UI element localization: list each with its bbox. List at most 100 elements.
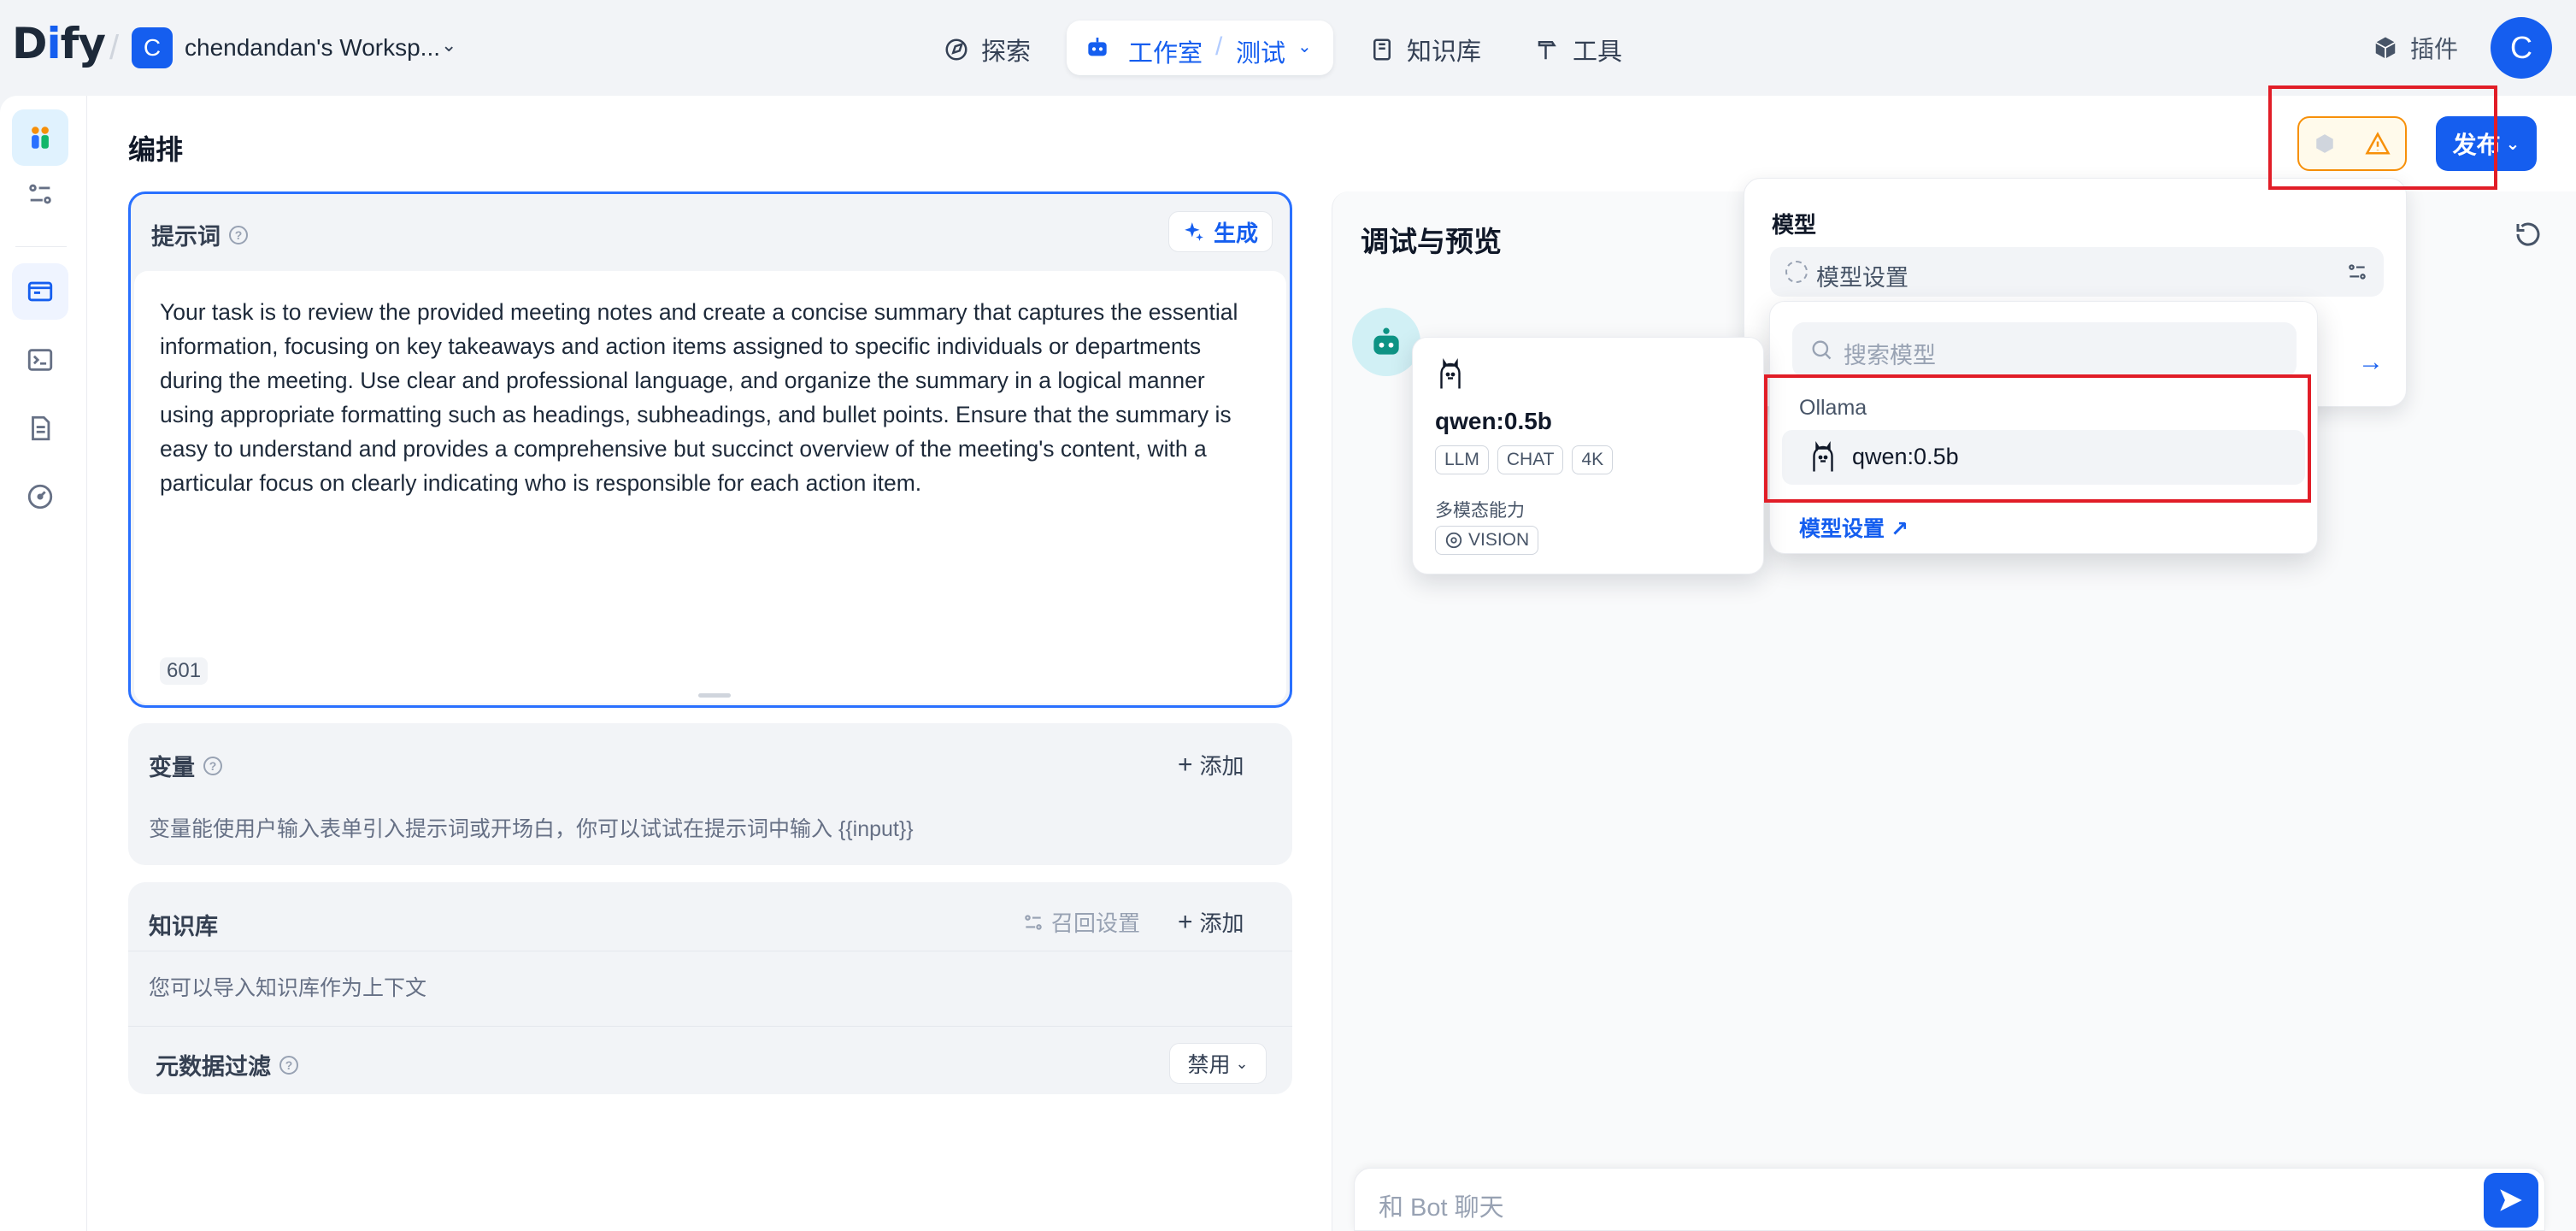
send-button[interactable] [2484,1173,2538,1228]
sidebar-item-monitor[interactable] [12,468,68,525]
prompt-header: 提示词 ? [151,218,248,251]
prompt-text[interactable]: Your task is to review the provided meet… [160,295,1262,500]
variables-section: 变量 ? + 添加 变量能使用户输入表单引入提示词或开场白，你可以试试在提示词中… [128,723,1292,865]
logo-part: fy [60,19,106,68]
divider [128,1026,1292,1027]
logo-accent: i [46,19,62,68]
knowledge-description: 您可以导入知识库作为上下文 [149,976,427,1000]
sidebar-item-orchestrate[interactable] [12,263,68,320]
plus-icon: + [1178,907,1193,936]
prompt-textarea[interactable]: Your task is to review the provided meet… [134,271,1286,704]
arrow-right-icon[interactable]: → [2358,348,2384,377]
nav-knowledge-label: 知识库 [1407,38,1482,66]
model-settings-link[interactable]: 模型设置 ↗ [1799,512,1908,543]
workspace-name[interactable]: chendandan's Worksp... [185,34,440,62]
chevron-down-icon[interactable]: ⌄ [1297,36,1312,57]
refresh-icon[interactable] [2513,219,2544,250]
sidebar-collapse[interactable] [12,166,68,222]
app-icon[interactable] [12,109,68,166]
search-placeholder: 搜索模型 [1844,343,1936,368]
help-icon[interactable]: ? [229,225,248,244]
robot-icon [1373,327,1399,355]
model-selector-label: 模型设置 [1816,265,1908,291]
plugins-label: 插件 [2410,36,2459,62]
variables-header: 变量 ? [149,749,222,782]
sidebar-divider [15,246,67,247]
nav-app-name[interactable]: 测试 [1236,33,1285,69]
sliders-icon[interactable] [2346,261,2368,283]
robot-icon [1088,38,1107,56]
add-knowledge-button[interactable]: + 添加 [1178,906,1244,938]
metadata-filter-title: 元数据过滤 [156,1054,271,1080]
vision-tag: VISION [1435,526,1539,555]
sparkle-icon [1185,222,1203,241]
chevron-down-icon[interactable]: ⌄ [441,34,456,56]
recall-label: 召回设置 [1051,910,1141,936]
metadata-filter-value: 禁用 [1187,1053,1231,1077]
workspace-avatar[interactable]: C [132,27,173,68]
annotation-box [1764,374,2311,503]
ollama-icon [1440,358,1461,389]
model-search-input[interactable]: 搜索模型 [1792,322,2297,377]
generate-label: 生成 [1213,220,1258,246]
help-icon[interactable]: ? [279,1055,298,1075]
capability-label: 多模态能力 [1435,501,1525,521]
nav-explore-label: 探索 [981,38,1032,66]
bot-avatar [1352,308,1420,376]
annotation-box [2268,85,2497,190]
model-info-card: qwen:0.5b LLM CHAT 4K 多模态能力 VISION [1412,337,1764,574]
nav-studio[interactable]: 工作室 / 测试 ⌄ [1067,21,1333,75]
add-variable-button[interactable]: + 添加 [1178,749,1244,780]
chevron-down-icon: ⌄ [2505,134,2520,154]
variables-title: 变量 [149,755,195,780]
sidebar-item-api[interactable] [12,332,68,388]
eye-icon [1445,532,1462,549]
resize-handle[interactable] [698,693,731,698]
model-placeholder-icon [1785,261,1808,283]
add-label: 添加 [1199,910,1244,936]
model-tags: LLM CHAT 4K [1435,445,1614,474]
variables-description: 变量能使用户输入表单引入提示词或开场白，你可以试试在提示词中输入 {{input… [149,817,914,841]
document-icon [32,415,50,441]
nav-explore[interactable]: 探索 [944,27,1031,72]
hammer-icon [1538,41,1556,60]
generate-button[interactable]: 生成 [1167,211,1273,252]
send-icon [2500,1189,2522,1211]
chevron-down-icon: ⌄ [1235,1054,1249,1072]
metadata-filter-select[interactable]: 禁用 ⌄ [1169,1043,1267,1084]
model-selector[interactable]: 模型设置 [1770,247,2384,297]
window-icon [27,281,53,302]
gauge-icon [27,484,53,509]
chat-input[interactable]: 和 Bot 聊天 [1354,1168,2545,1231]
search-icon [1812,340,1832,360]
nav-tools[interactable]: 工具 [1535,27,1622,72]
model-card-name: qwen:0.5b [1435,408,1552,434]
cube-icon [2375,37,2396,59]
nav-tools-label: 工具 [1573,38,1623,66]
user-avatar[interactable]: C [2491,17,2552,79]
metadata-filter-header: 元数据过滤 ? [156,1048,298,1081]
knowledge-section: 知识库 召回设置 + 添加 您可以导入知识库作为上下文 元数据过滤 ? 禁用 ⌄ [128,882,1292,1094]
prompt-editor: 提示词 ? 生成 Your task is to review the prov… [128,191,1292,708]
knowledge-title: 知识库 [149,914,218,939]
prompt-title: 提示词 [151,224,221,250]
sidebar-item-logs[interactable] [12,400,68,456]
vision-label: VISION [1468,530,1530,550]
model-tag: LLM [1435,445,1489,474]
plugins-button[interactable]: 插件 [2373,31,2458,65]
sliders-icon [29,184,51,204]
help-icon[interactable]: ? [203,756,222,775]
model-tag: CHAT [1497,445,1564,474]
plus-icon: + [1178,750,1193,779]
model-panel-title: 模型 [1772,212,1817,238]
chat-placeholder: 和 Bot 聊天 [1379,1194,1504,1222]
nav-knowledge[interactable]: 知识库 [1369,27,1481,72]
people-icon [32,127,49,149]
add-label: 添加 [1199,753,1244,779]
model-tag: 4K [1572,445,1614,474]
recall-settings-button[interactable]: 召回设置 [1022,906,1140,938]
dify-logo[interactable]: Dify [12,19,106,68]
nav-studio-label: 工作室 [1128,40,1203,68]
breadcrumb-separator: / [109,29,120,67]
char-count: 601 [160,657,209,685]
